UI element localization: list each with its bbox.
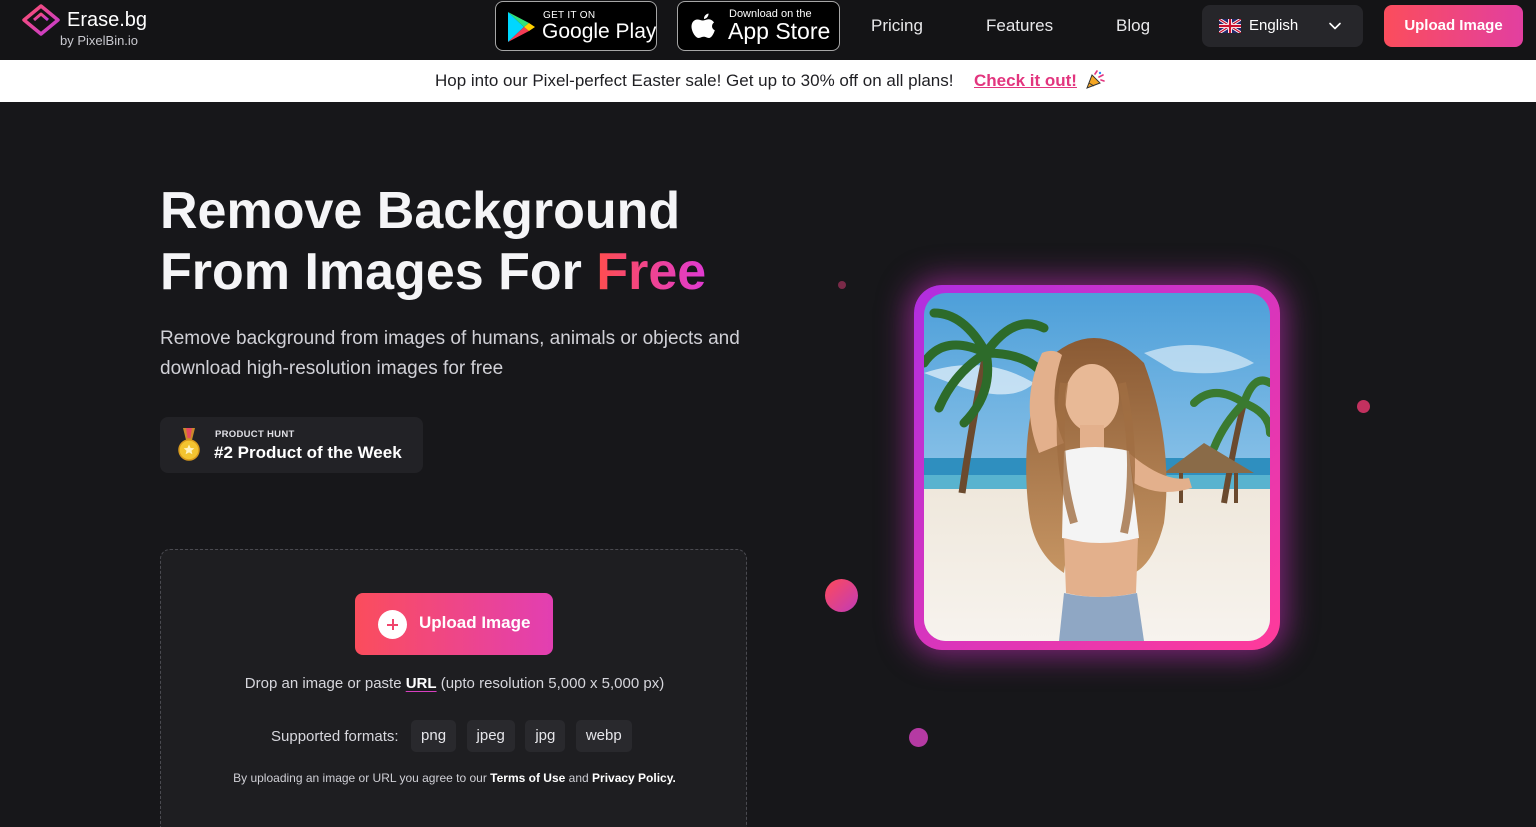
upload-dropzone[interactable]: Upload Image Drop an image or paste URL … bbox=[160, 549, 747, 827]
hero-title-highlight: Free bbox=[596, 243, 707, 301]
erase-bg-logo-icon bbox=[22, 4, 60, 36]
medal-icon bbox=[178, 428, 200, 461]
plus-icon bbox=[378, 610, 407, 639]
language-label: English bbox=[1249, 17, 1299, 34]
nav-features-link[interactable]: Features bbox=[986, 16, 1053, 36]
drop-suffix: (upto resolution 5,000 x 5,000 px) bbox=[436, 675, 665, 692]
terms-notice: By uploading an image or URL you agree t… bbox=[161, 771, 748, 785]
hero-beach-photo bbox=[924, 293, 1270, 641]
format-chip-webp: webp bbox=[575, 720, 632, 752]
decorative-dot bbox=[909, 728, 928, 747]
terms-mid: and bbox=[565, 771, 593, 785]
decorative-dot bbox=[838, 281, 846, 289]
apple-icon bbox=[691, 13, 715, 38]
format-chip-jpeg: jpeg bbox=[466, 720, 515, 752]
google-play-button[interactable]: GET IT ON Google Play bbox=[495, 1, 657, 51]
promo-check-it-out-link[interactable]: Check it out! bbox=[974, 71, 1077, 91]
nav-upload-image-button[interactable]: Upload Image bbox=[1384, 5, 1523, 47]
nav-pricing-link[interactable]: Pricing bbox=[871, 16, 923, 36]
promo-text: Hop into our Pixel-perfect Easter sale! … bbox=[435, 71, 954, 90]
format-chip-jpg: jpg bbox=[525, 720, 566, 752]
logo[interactable]: Erase.bg by PixelBin.io bbox=[22, 3, 162, 51]
format-chip-png: png bbox=[411, 720, 457, 752]
decorative-dot bbox=[1357, 400, 1370, 413]
privacy-policy-link[interactable]: Privacy Policy. bbox=[592, 771, 676, 785]
hero-title-line1: Remove Background bbox=[160, 182, 681, 240]
google-play-label: Google Play bbox=[542, 20, 657, 43]
logo-byline: by PixelBin.io bbox=[60, 33, 139, 48]
hero-image-frame bbox=[914, 285, 1280, 650]
drop-prefix: Drop an image or paste bbox=[244, 675, 406, 692]
app-store-label: App Store bbox=[728, 18, 831, 44]
party-popper-icon bbox=[1086, 70, 1105, 89]
product-hunt-badge[interactable]: PRODUCT HUNT #2 Product of the Week bbox=[160, 417, 423, 473]
supported-formats-label: Supported formats: bbox=[271, 727, 399, 745]
logo-name: Erase.bg bbox=[67, 9, 148, 31]
paste-url-link[interactable]: URL bbox=[406, 675, 437, 692]
product-hunt-rank: #2 Product of the Week bbox=[214, 443, 402, 462]
nav-blog-link[interactable]: Blog bbox=[1116, 16, 1150, 36]
drop-instructions: Drop an image or paste URL (upto resolut… bbox=[161, 675, 748, 692]
upload-image-button[interactable]: Upload Image bbox=[355, 593, 553, 655]
language-selector[interactable]: English bbox=[1202, 5, 1363, 47]
supported-formats: Supported formats: png jpeg jpg webp bbox=[271, 720, 638, 752]
hero-title-line2: From Images For bbox=[160, 243, 597, 301]
promo-banner: Hop into our Pixel-perfect Easter sale! … bbox=[0, 60, 1536, 102]
uk-flag-icon bbox=[1219, 19, 1241, 33]
product-hunt-label: PRODUCT HUNT bbox=[215, 429, 295, 440]
chevron-down-icon bbox=[1329, 22, 1341, 30]
hero-title: Remove Background From Images For Free bbox=[160, 181, 706, 303]
hero-subtitle: Remove background from images of humans,… bbox=[160, 328, 740, 379]
upload-image-label: Upload Image bbox=[419, 613, 531, 632]
app-store-button[interactable]: Download on the App Store bbox=[677, 1, 840, 51]
terms-of-use-link[interactable]: Terms of Use bbox=[490, 771, 565, 785]
decorative-dot bbox=[825, 579, 858, 612]
terms-prefix: By uploading an image or URL you agree t… bbox=[233, 771, 491, 785]
top-nav: Erase.bg by PixelBin.io GET IT ON Google… bbox=[0, 0, 1536, 60]
google-play-icon bbox=[508, 12, 535, 42]
